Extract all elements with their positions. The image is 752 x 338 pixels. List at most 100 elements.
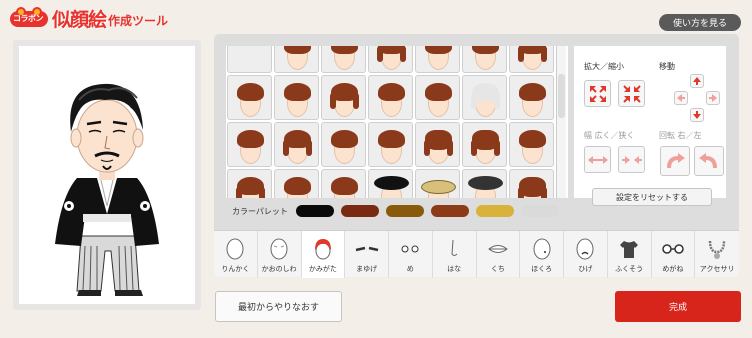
- hair-icon: [284, 46, 311, 54]
- hair-option-tile[interactable]: [274, 46, 319, 73]
- adjust-controls: 拡大／縮小 移動 幅 広く／狭く 回転 右／左 設定をリセットする: [574, 46, 726, 206]
- accessory-icon: [705, 237, 729, 261]
- category-tab-outline[interactable]: りんかく: [214, 231, 258, 278]
- hat-icon: [374, 176, 409, 190]
- hair-option-tile[interactable]: [509, 46, 554, 73]
- category-tab-hair[interactable]: かみがた: [301, 231, 346, 278]
- category-label: まゆげ: [356, 265, 378, 273]
- hair-option-tile[interactable]: [321, 75, 366, 120]
- hair-option-tile[interactable]: [509, 75, 554, 120]
- color-swatch[interactable]: [341, 205, 379, 217]
- hair-icon: [519, 83, 546, 101]
- category-tab-eyebrow[interactable]: まゆげ: [345, 231, 389, 278]
- hair-option-tile[interactable]: [415, 169, 460, 198]
- outline-icon: [223, 237, 247, 261]
- portrait-preview: [19, 46, 195, 304]
- how-to-button[interactable]: 使い方を見る: [659, 14, 741, 31]
- category-tab-nose[interactable]: はな: [433, 231, 477, 278]
- category-label: はな: [447, 265, 462, 273]
- color-palette: カラーパレット: [226, 202, 568, 220]
- portrait-preview-frame: [13, 40, 201, 310]
- hair-icon: [237, 130, 264, 148]
- category-label: くち: [490, 265, 505, 273]
- clothes-icon: [617, 237, 641, 261]
- category-label: かおのしわ: [261, 265, 297, 273]
- rotate-right-button[interactable]: [660, 146, 690, 176]
- hair-option-tile[interactable]: [227, 169, 272, 198]
- move-right-button[interactable]: [706, 91, 720, 105]
- eye-icon: [398, 237, 422, 261]
- narrow-button[interactable]: [618, 146, 645, 173]
- hair-option-tile[interactable]: [368, 122, 413, 167]
- hair-option-tile[interactable]: [274, 75, 319, 120]
- hair-option-tile[interactable]: [368, 169, 413, 198]
- color-swatch[interactable]: [476, 205, 514, 217]
- nose-icon: [442, 237, 466, 261]
- hair-option-tile[interactable]: [462, 169, 507, 198]
- category-label: ふくそう: [615, 265, 644, 273]
- color-swatch[interactable]: [296, 205, 334, 217]
- category-label: ほくろ: [531, 265, 553, 273]
- zoom-label: 拡大／縮小: [584, 62, 624, 71]
- arrow-down-icon: [693, 111, 701, 119]
- move-down-button[interactable]: [690, 108, 704, 122]
- done-button[interactable]: 完成: [615, 291, 741, 322]
- category-tab-mouth[interactable]: くち: [477, 231, 521, 278]
- hair-option-tile[interactable]: 選択しない: [227, 46, 272, 73]
- hair-option-tile[interactable]: [321, 122, 366, 167]
- category-tabs: りんかく かおのしわ かみがた まゆげ め はな くち ほくろ ひげ ふくそう めがね アクセサリ: [214, 230, 739, 278]
- hair-icon: [519, 130, 546, 148]
- hair-option-tile[interactable]: [509, 122, 554, 167]
- hair-option-tile[interactable]: [274, 122, 319, 167]
- mole-icon: [530, 237, 554, 261]
- color-swatch[interactable]: [431, 205, 469, 217]
- parts-scrollbar[interactable]: [556, 46, 566, 198]
- category-tab-accessory[interactable]: アクセサリ: [695, 231, 739, 278]
- hair-option-tile[interactable]: [462, 75, 507, 120]
- move-up-button[interactable]: [690, 74, 704, 88]
- reset-settings-button[interactable]: 設定をリセットする: [592, 188, 712, 206]
- rotate-left-button[interactable]: [694, 146, 724, 176]
- expand-icon: [589, 85, 606, 102]
- arrow-up-icon: [693, 77, 701, 85]
- logo-mark-icon: コラボン: [10, 7, 48, 29]
- hair-option-tile[interactable]: [321, 169, 366, 198]
- hair-option-tile[interactable]: [415, 122, 460, 167]
- hair-icon: [425, 83, 452, 101]
- category-tab-mole[interactable]: ほくろ: [520, 231, 564, 278]
- hair-option-tile[interactable]: [368, 75, 413, 120]
- restart-button[interactable]: 最初からやりなおす: [215, 291, 342, 322]
- category-tab-wrinkle[interactable]: かおのしわ: [258, 231, 302, 278]
- hair-option-tile[interactable]: [321, 46, 366, 73]
- hair-option-tile[interactable]: [274, 169, 319, 198]
- hair-option-tile[interactable]: [462, 46, 507, 73]
- hair-option-tile[interactable]: [368, 46, 413, 73]
- category-tab-beard[interactable]: ひげ: [564, 231, 608, 278]
- hat-icon: [421, 180, 456, 194]
- scroll-thumb[interactable]: [558, 74, 565, 118]
- hair-icon: [331, 46, 358, 54]
- hair-icon: [237, 83, 264, 101]
- color-swatch[interactable]: [386, 205, 424, 217]
- hair-option-tile[interactable]: [462, 122, 507, 167]
- category-tab-glasses[interactable]: めがね: [652, 231, 696, 278]
- hair-option-tile[interactable]: [227, 75, 272, 120]
- category-label: め: [406, 265, 414, 273]
- widen-button[interactable]: [584, 146, 611, 173]
- category-tab-clothes[interactable]: ふくそう: [608, 231, 652, 278]
- hair-option-tile[interactable]: [227, 122, 272, 167]
- move-left-button[interactable]: [674, 91, 688, 105]
- category-tab-eye[interactable]: め: [389, 231, 433, 278]
- zoom-out-button[interactable]: [618, 80, 645, 107]
- portrait-illustration: [55, 83, 159, 296]
- zoom-in-button[interactable]: [584, 80, 611, 107]
- color-swatch[interactable]: [521, 205, 559, 217]
- hair-option-tile[interactable]: [509, 169, 554, 198]
- narrow-icon: [621, 155, 642, 164]
- rotate-left-icon: [699, 153, 717, 168]
- hair-option-tile[interactable]: [415, 46, 460, 73]
- hair-option-tile[interactable]: [415, 75, 460, 120]
- logo-subtitle: 作成ツール: [108, 14, 169, 28]
- mouth-icon: [486, 237, 510, 261]
- move-label: 移動: [659, 62, 675, 71]
